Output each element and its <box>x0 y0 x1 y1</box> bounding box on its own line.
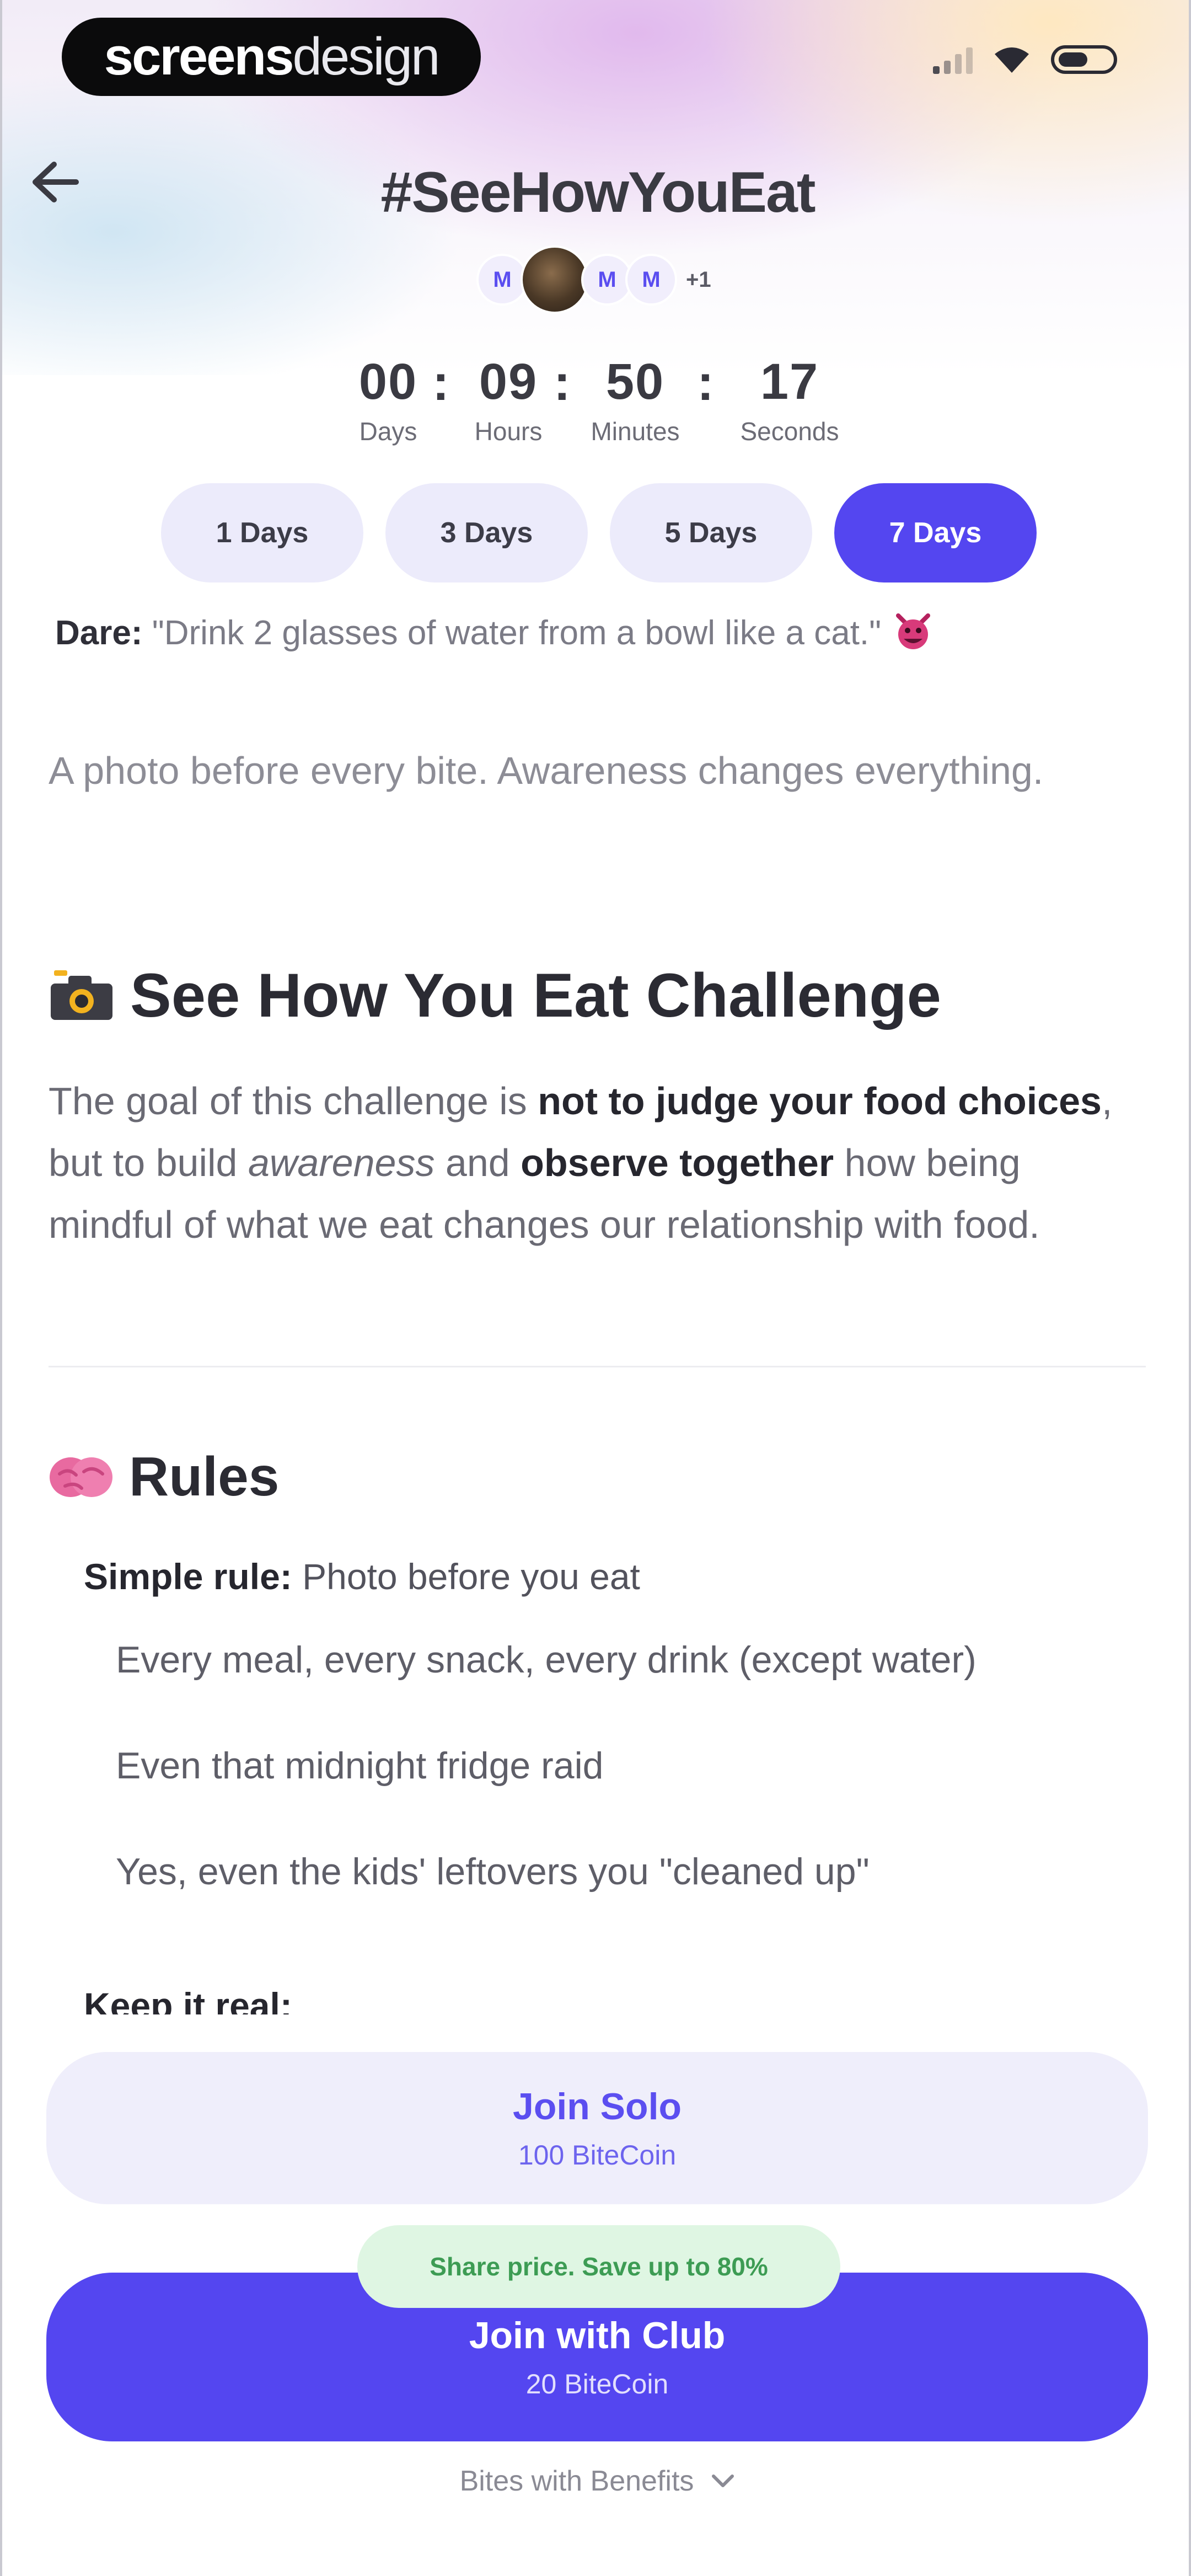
join-club-label: Join with Club <box>469 2315 726 2356</box>
cellular-signal-icon <box>933 45 973 74</box>
countdown-separator: : <box>432 355 449 411</box>
bites-with-benefits-link[interactable]: Bites with Benefits <box>2 2465 1189 2498</box>
battery-icon <box>1051 45 1117 74</box>
challenge-tagline: A photo before every bite. Awareness cha… <box>49 749 1044 792</box>
countdown-seconds-label: Seconds <box>740 417 839 446</box>
countdown-days: 00 Days <box>333 353 443 446</box>
tab-1-days[interactable]: 1 Days <box>161 483 363 582</box>
tab-7-days[interactable]: 7 Days <box>834 483 1037 582</box>
goal-text-part: The goal of this challenge is <box>49 1079 538 1123</box>
countdown-timer: 00 Days : 09 Hours : 50 Minutes : 17 Sec… <box>333 353 862 463</box>
benefits-link-text: Bites with Benefits <box>459 2465 694 2497</box>
challenge-section-title: See How You Eat Challenge <box>49 960 941 1031</box>
dare-prefix: Dare: <box>55 614 143 652</box>
tab-3-days[interactable]: 3 Days <box>385 483 588 582</box>
chevron-down-icon <box>712 2475 734 2487</box>
countdown-seconds: 17 Seconds <box>734 353 845 446</box>
rules-title-text: Rules <box>129 1446 280 1508</box>
countdown-separator: : <box>554 355 571 411</box>
simple-rule: Simple rule: Photo before you eat <box>84 1556 1131 1597</box>
status-icons <box>933 45 1117 74</box>
countdown-separator: : <box>697 355 714 411</box>
countdown-days-value: 00 <box>358 354 418 410</box>
devil-face-icon <box>896 613 931 649</box>
countdown-hours: 09 Hours <box>453 353 564 446</box>
rule-list-item: Yes, even the kids' leftovers you "clean… <box>116 1851 870 1893</box>
countdown-minutes-value: 50 <box>605 354 665 410</box>
avatar: M <box>625 254 677 306</box>
countdown-hours-label: Hours <box>474 417 543 446</box>
countdown-minutes: 50 Minutes <box>580 353 690 446</box>
share-price-promo-badge: Share price. Save up to 80% <box>357 2225 840 2308</box>
join-solo-label: Join Solo <box>513 2086 682 2128</box>
challenge-goal-text: The goal of this challenge is not to jud… <box>49 1070 1151 1255</box>
rules-section-title: Rules <box>49 1445 279 1509</box>
brain-icon <box>50 1457 112 1497</box>
screensdesign-logo: screens design <box>62 18 481 96</box>
dare-body: "Drink 2 glasses of water from a bowl li… <box>152 614 882 652</box>
tab-5-days[interactable]: 5 Days <box>610 483 812 582</box>
camera-icon <box>51 970 112 1020</box>
section-divider <box>49 1366 1146 1367</box>
join-solo-button[interactable]: Join Solo 100 BiteCoin <box>46 2052 1148 2204</box>
challenge-detail-screen: screens design #SeeHowYouEat M M M +1 00 … <box>0 0 1191 2576</box>
countdown-seconds-value: 17 <box>760 354 819 410</box>
challenge-title-text: See How You Eat Challenge <box>130 961 941 1030</box>
simple-rule-prefix: Simple rule: <box>84 1556 292 1597</box>
join-club-price: 20 BiteCoin <box>525 2369 669 2399</box>
page-title: #SeeHowYouEat <box>380 161 816 225</box>
avatar-photo <box>521 245 589 314</box>
countdown-hours-value: 09 <box>479 354 538 410</box>
countdown-minutes-label: Minutes <box>591 417 680 446</box>
goal-text-part: and <box>434 1141 521 1184</box>
rule-list-item: Every meal, every snack, every drink (ex… <box>116 1639 977 1681</box>
countdown-days-label: Days <box>359 417 417 446</box>
dare-text: Dare: "Drink 2 glasses of water from a b… <box>55 612 1147 653</box>
goal-italic-part: awareness <box>248 1141 435 1184</box>
wifi-icon <box>995 47 1029 73</box>
avatar-more-count: +1 <box>686 267 711 292</box>
duration-tabs: 1 Days 3 Days 5 Days 7 Days <box>161 483 1038 585</box>
logo-bold-text: screens <box>104 27 294 86</box>
goal-bold-part: not to judge your food choices <box>538 1079 1102 1123</box>
participant-avatars[interactable]: M M M +1 <box>476 244 719 316</box>
goal-bold-part: observe together <box>521 1141 834 1184</box>
rule-list-item: Even that midnight fridge raid <box>116 1745 604 1787</box>
logo-light-text: design <box>292 27 441 86</box>
simple-rule-text: Photo before you eat <box>302 1556 640 1597</box>
join-solo-price: 100 BiteCoin <box>518 2140 677 2171</box>
